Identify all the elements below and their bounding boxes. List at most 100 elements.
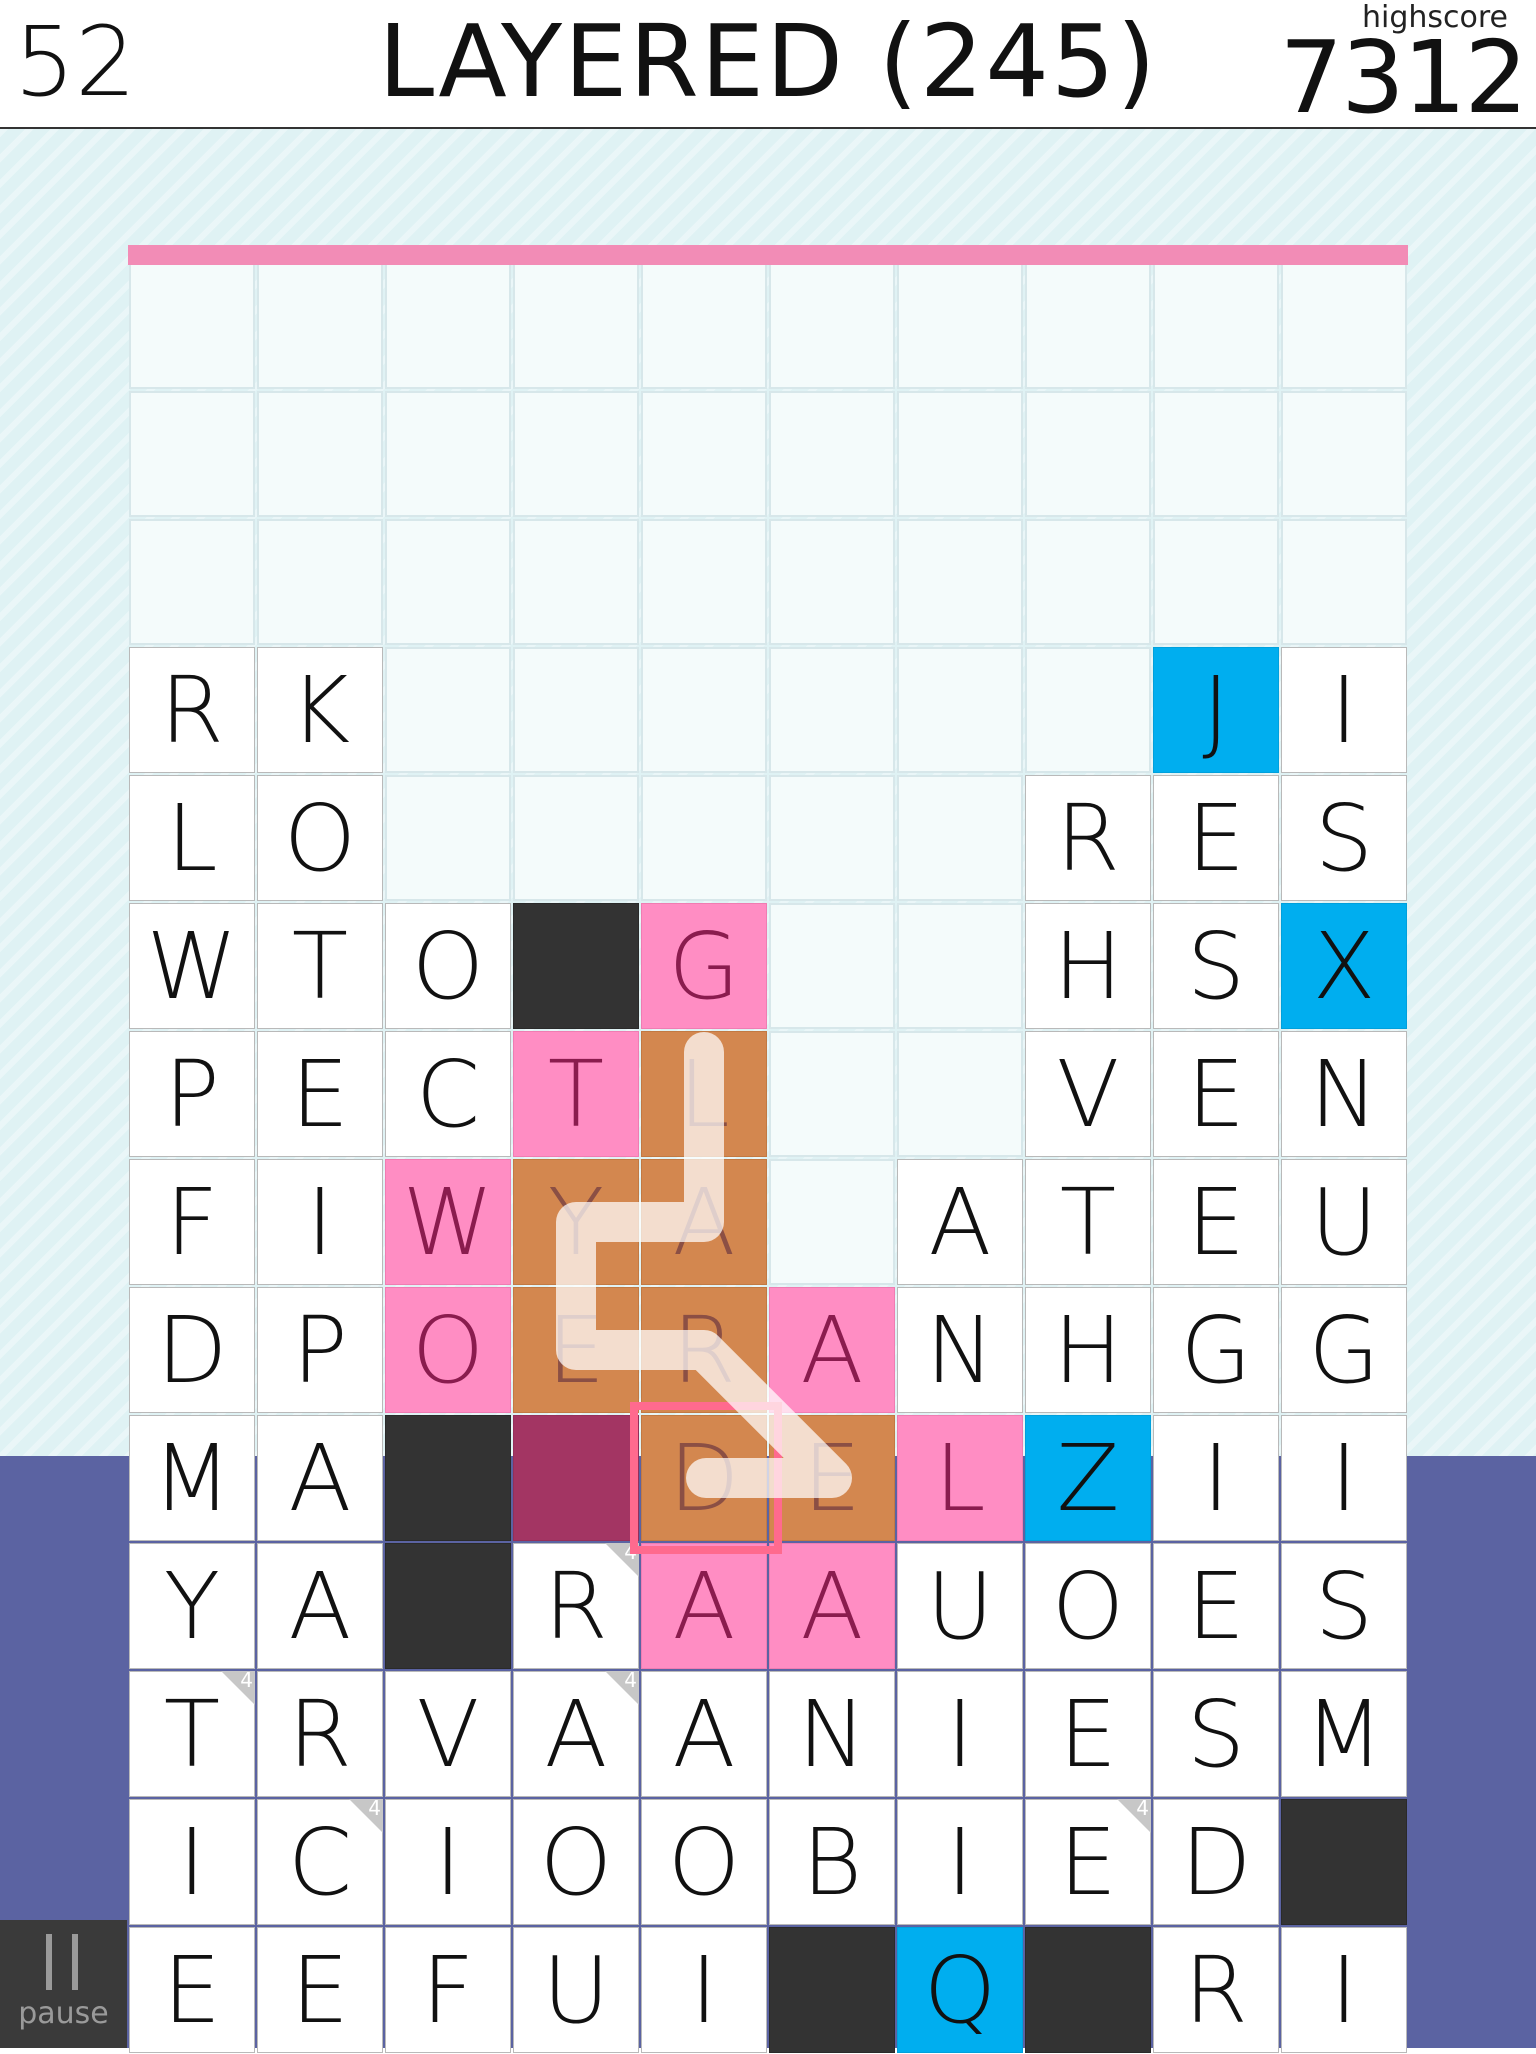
letter-tile[interactable]: G [1281, 1287, 1407, 1413]
letter-tile[interactable]: T [1025, 1159, 1151, 1285]
empty-cell [513, 391, 639, 517]
letter-tile[interactable]: C [385, 1031, 511, 1157]
letter-tile[interactable]: T [257, 903, 383, 1029]
letter-tile[interactable]: G [641, 903, 767, 1029]
letter-tile[interactable]: U [1281, 1159, 1407, 1285]
letter-tile[interactable]: B [769, 1799, 895, 1925]
letter-tile[interactable]: S [1281, 1543, 1407, 1669]
letter-tile[interactable]: W [385, 1159, 511, 1285]
letter-tile[interactable]: S [1281, 775, 1407, 901]
empty-cell [641, 263, 767, 389]
letter-tile[interactable]: R [641, 1287, 767, 1413]
letter-tile[interactable]: E [257, 1927, 383, 2053]
letter-tile[interactable]: O [385, 903, 511, 1029]
letter-tile[interactable]: Z [1025, 1415, 1151, 1541]
letter-tile[interactable]: I [1281, 1927, 1407, 2053]
letter-tile[interactable]: E [1025, 1671, 1151, 1797]
tile-letter: R [288, 1681, 352, 1788]
letter-tile[interactable]: I [1153, 1415, 1279, 1541]
letter-tile[interactable]: F [129, 1159, 255, 1285]
letter-tile[interactable]: M [129, 1415, 255, 1541]
letter-tile[interactable]: I [897, 1799, 1023, 1925]
letter-tile[interactable]: I [385, 1799, 511, 1925]
letter-tile[interactable]: E [1153, 775, 1279, 901]
letter-tile[interactable]: R [129, 647, 255, 773]
letter-tile[interactable]: O [1025, 1543, 1151, 1669]
letter-tile[interactable]: E [1153, 1543, 1279, 1669]
blocked-tile[interactable] [1025, 1927, 1151, 2053]
letter-tile[interactable]: A [257, 1415, 383, 1541]
letter-tile[interactable]: E [1153, 1159, 1279, 1285]
letter-tile[interactable]: W [129, 903, 255, 1029]
letter-tile[interactable]: I [1281, 1415, 1407, 1541]
letter-tile[interactable]: T [513, 1031, 639, 1157]
blocked-tile[interactable] [513, 903, 639, 1029]
letter-tile[interactable]: U [513, 1927, 639, 2053]
letter-tile[interactable]: A [641, 1543, 767, 1669]
letter-tile[interactable]: A [897, 1159, 1023, 1285]
empty-cell [641, 775, 767, 901]
letter-tile[interactable]: X [1281, 903, 1407, 1029]
letter-tile[interactable]: Y [513, 1159, 639, 1285]
letter-tile[interactable]: M [1281, 1671, 1407, 1797]
letter-tile[interactable]: J [1153, 647, 1279, 773]
letter-tile[interactable]: D [1153, 1799, 1279, 1925]
letter-tile[interactable]: R [257, 1671, 383, 1797]
letter-tile[interactable]: E [257, 1031, 383, 1157]
letter-tile[interactable]: I [257, 1159, 383, 1285]
letter-tile[interactable]: O [385, 1287, 511, 1413]
pause-button[interactable]: pause [0, 1920, 127, 2048]
letter-tile[interactable]: F [385, 1927, 511, 2053]
bonus-corner-marker: 4 [605, 1669, 639, 1705]
letter-tile[interactable]: A [769, 1543, 895, 1669]
empty-cell [1025, 263, 1151, 389]
blocked-tile[interactable] [385, 1415, 511, 1541]
empty-cell [1153, 391, 1279, 517]
letter-tile[interactable]: H [1025, 1287, 1151, 1413]
empty-cell [641, 391, 767, 517]
letter-tile[interactable]: A [257, 1543, 383, 1669]
letter-tile[interactable]: O [257, 775, 383, 901]
tile-letter: R [672, 1297, 736, 1404]
letter-tile[interactable]: Q [897, 1927, 1023, 2053]
blocked-tile[interactable] [1281, 1799, 1407, 1925]
letter-tile[interactable]: I [897, 1671, 1023, 1797]
blocked-tile[interactable] [769, 1927, 895, 2053]
letter-tile[interactable]: K [257, 647, 383, 773]
letter-tile[interactable]: N [769, 1671, 895, 1797]
letter-tile[interactable]: P [129, 1031, 255, 1157]
letter-tile[interactable]: L [641, 1031, 767, 1157]
letter-tile[interactable]: U [897, 1543, 1023, 1669]
letter-tile[interactable]: E [1153, 1031, 1279, 1157]
letter-tile[interactable]: L [897, 1415, 1023, 1541]
letter-tile[interactable]: N [1281, 1031, 1407, 1157]
letter-tile[interactable]: P [257, 1287, 383, 1413]
letter-tile[interactable]: A [769, 1287, 895, 1413]
letter-tile[interactable]: A [641, 1671, 767, 1797]
letter-tile[interactable]: N [897, 1287, 1023, 1413]
letter-tile[interactable]: G [1153, 1287, 1279, 1413]
letter-tile[interactable]: V [1025, 1031, 1151, 1157]
letter-tile[interactable]: E [769, 1415, 895, 1541]
tile-letter: R [544, 1553, 608, 1660]
blocked-tile[interactable] [513, 1415, 639, 1541]
tile-letter: F [421, 1937, 475, 2044]
blocked-tile[interactable] [385, 1543, 511, 1669]
letter-tile[interactable]: S [1153, 903, 1279, 1029]
letter-tile[interactable]: H [1025, 903, 1151, 1029]
letter-tile[interactable]: I [1281, 647, 1407, 773]
letter-tile[interactable]: R [1025, 775, 1151, 901]
letter-tile[interactable]: O [513, 1799, 639, 1925]
letter-tile[interactable]: E [513, 1287, 639, 1413]
letter-tile[interactable]: E [129, 1927, 255, 2053]
letter-tile[interactable]: A [641, 1159, 767, 1285]
letter-tile[interactable]: D [129, 1287, 255, 1413]
letter-tile[interactable]: O [641, 1799, 767, 1925]
letter-tile[interactable]: L [129, 775, 255, 901]
letter-tile[interactable]: V [385, 1671, 511, 1797]
letter-tile[interactable]: Y [129, 1543, 255, 1669]
letter-tile[interactable]: I [129, 1799, 255, 1925]
letter-tile[interactable]: S [1153, 1671, 1279, 1797]
letter-tile[interactable]: I [641, 1927, 767, 2053]
letter-tile[interactable]: R [1153, 1927, 1279, 2053]
